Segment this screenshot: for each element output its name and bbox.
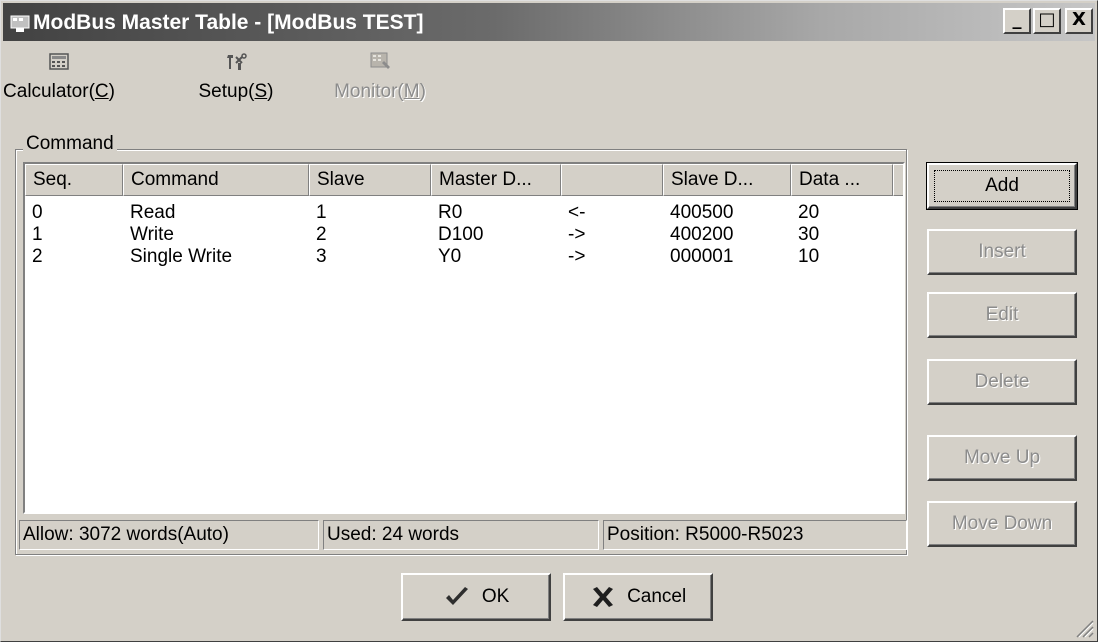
column-header-direction[interactable] [561, 164, 663, 196]
cell-data: 20 [798, 202, 820, 223]
setup-label: Setup(S) [198, 81, 274, 102]
setup-button[interactable]: Setup(S) [186, 51, 286, 103]
maximize-button[interactable]: □ [1033, 8, 1061, 34]
column-header-data[interactable]: Data ... [791, 164, 893, 196]
cell-slave-device: 400500 [670, 202, 734, 223]
command-list[interactable]: Seq. Command Slave Master D... Slave D..… [23, 162, 905, 514]
insert-button[interactable]: Insert [927, 229, 1077, 275]
cell-command: Write [130, 224, 174, 245]
ok-button[interactable]: OK [401, 573, 551, 621]
edit-button[interactable]: Edit [927, 292, 1077, 338]
column-header-filler [893, 164, 903, 196]
cell-slave: 2 [316, 224, 327, 245]
cell-seq: 1 [32, 224, 43, 245]
move-down-button[interactable]: Move Down [927, 501, 1077, 547]
tools-icon [227, 53, 247, 70]
status-position: Position: R5000-R5023 [603, 520, 907, 550]
column-header-seq[interactable]: Seq. [25, 164, 123, 196]
cell-slave-device: 000001 [670, 246, 734, 267]
cell-direction: <- [568, 202, 586, 223]
column-header-slave[interactable]: Slave [309, 164, 431, 196]
table-row[interactable]: 2 Single Write 3 Y0 -> 000001 10 [25, 246, 903, 268]
focus-rect [934, 170, 1070, 202]
status-used: Used: 24 words [323, 520, 599, 550]
column-header-command[interactable]: Command [123, 164, 309, 196]
cell-command: Read [130, 202, 176, 223]
window-title: ModBus Master Table - [ModBus TEST] [33, 11, 424, 34]
modbus-master-table-window: ModBus Master Table - [ModBus TEST] _ □ … [0, 0, 1098, 642]
minimize-button[interactable]: _ [1003, 8, 1031, 34]
cell-data: 30 [798, 224, 820, 245]
move-down-label: Move Down [951, 513, 1053, 534]
checkmark-icon [445, 587, 468, 605]
close-icon: X [1072, 9, 1086, 30]
cell-data: 10 [798, 246, 820, 267]
add-button[interactable]: Add [926, 162, 1078, 210]
cell-direction: -> [568, 246, 586, 267]
cell-seq: 0 [32, 202, 43, 223]
maximize-icon: □ [1038, 9, 1056, 30]
move-up-button[interactable]: Move Up [927, 435, 1077, 481]
delete-button[interactable]: Delete [927, 359, 1077, 405]
cell-master-device: R0 [438, 202, 463, 223]
cancel-button[interactable]: Cancel [563, 573, 713, 621]
status-bar: Allow: 3072 words(Auto) Used: 24 words P… [19, 520, 907, 550]
cell-slave: 3 [316, 246, 327, 267]
resize-grip-icon[interactable] [1071, 615, 1095, 639]
minimize-icon: _ [1012, 9, 1022, 30]
table-row[interactable]: 0 Read 1 R0 <- 400500 20 [25, 202, 903, 224]
list-header: Seq. Command Slave Master D... Slave D..… [25, 164, 903, 196]
close-button[interactable]: X [1065, 8, 1093, 34]
monitor-icon [370, 52, 390, 69]
table-row[interactable]: 1 Write 2 D100 -> 400200 30 [25, 224, 903, 246]
cancel-label: Cancel [627, 586, 687, 607]
cell-slave-device: 400200 [670, 224, 734, 245]
calculator-label: Calculator(C) [3, 81, 115, 102]
x-mark-icon [592, 587, 613, 607]
command-group-label: Command [23, 133, 117, 155]
cell-slave: 1 [316, 202, 327, 223]
cell-command: Single Write [130, 246, 233, 267]
move-up-label: Move Up [963, 447, 1041, 468]
cell-direction: -> [568, 224, 586, 245]
monitor-button[interactable]: Monitor(M) [325, 51, 435, 103]
monitor-label: Monitor(M) [334, 81, 426, 102]
insert-label: Insert [978, 241, 1026, 262]
cell-seq: 2 [32, 246, 43, 267]
ok-label: OK [481, 586, 510, 607]
app-icon [10, 15, 30, 32]
cell-master-device: Y0 [438, 246, 462, 267]
cell-master-device: D100 [438, 224, 484, 245]
column-header-master-device[interactable]: Master D... [431, 164, 561, 196]
title-bar[interactable]: ModBus Master Table - [ModBus TEST] _ □ … [3, 3, 1095, 41]
edit-label: Edit [985, 304, 1019, 325]
delete-label: Delete [974, 371, 1030, 392]
status-allow: Allow: 3072 words(Auto) [19, 520, 319, 550]
calculator-icon [49, 53, 69, 70]
column-header-slave-device[interactable]: Slave D... [663, 164, 791, 196]
calculator-button[interactable]: Calculator(C) [3, 51, 115, 103]
